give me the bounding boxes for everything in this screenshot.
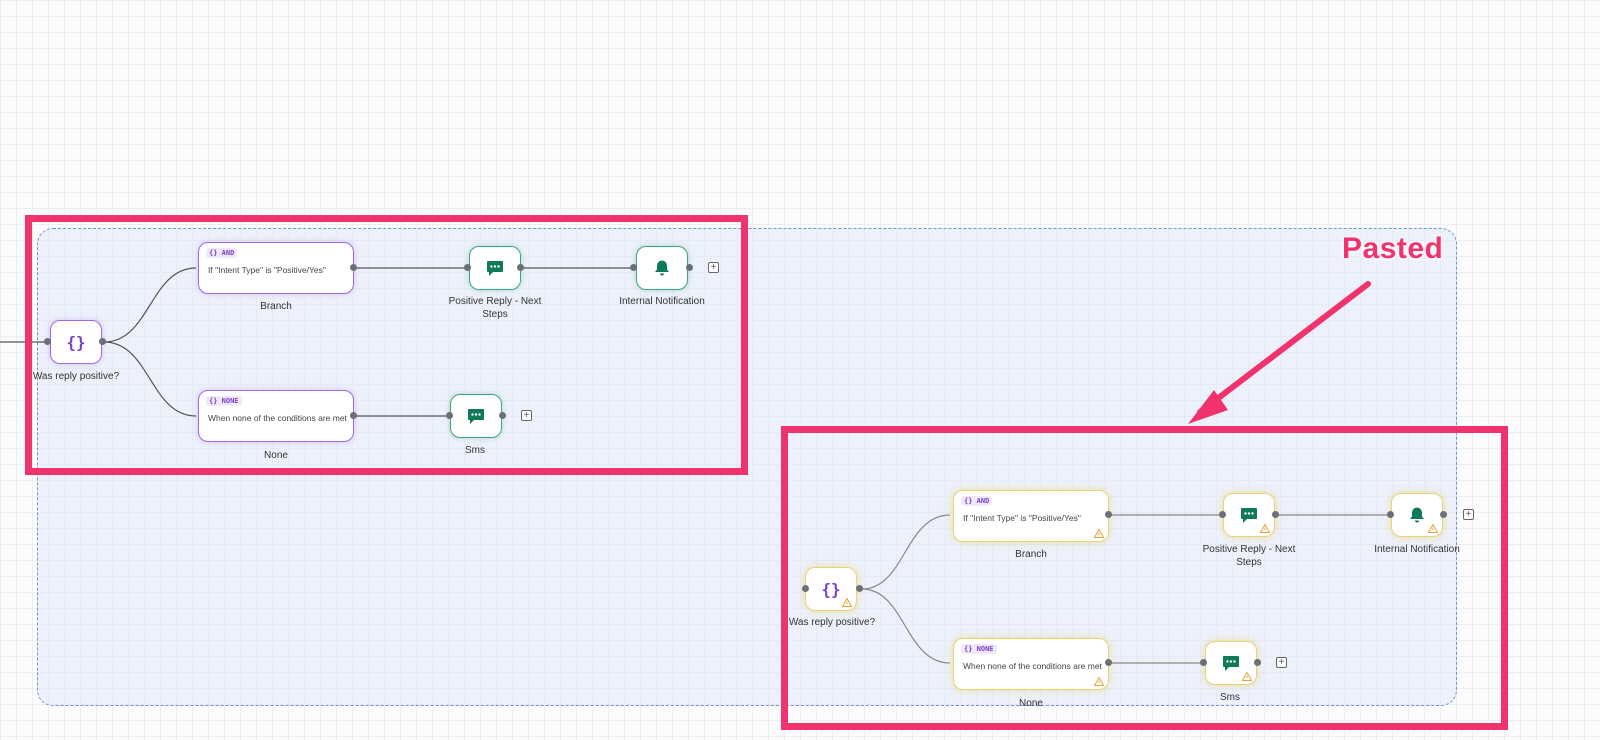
branch-condition-text: When none of the conditions are met (208, 413, 347, 423)
bell-icon (655, 260, 669, 276)
branch-condition-text: When none of the conditions are met (963, 661, 1102, 671)
port-in[interactable] (1387, 511, 1394, 518)
notification-node[interactable] (636, 246, 688, 290)
pasted-condition-node-label: Was reply positive? (788, 617, 876, 628)
message-icon (487, 260, 503, 276)
add-step-plus-icon[interactable]: + (708, 262, 719, 273)
and-tag: {} AND (961, 496, 993, 506)
port-out[interactable] (350, 264, 357, 271)
none-tag: {} NONE (961, 644, 997, 654)
braces-icon: {} (821, 579, 841, 599)
port-out[interactable] (517, 264, 524, 271)
port-out[interactable] (499, 412, 506, 419)
pasted-arrow-line (1197, 281, 1371, 415)
port-in[interactable] (446, 412, 453, 419)
condition-node-label: Was reply positive? (32, 371, 120, 382)
pasted-notification-node-label: Internal Notification (1374, 544, 1460, 555)
branch-condition-text: If "Intent Type" is "Positive/Yes" (208, 265, 326, 275)
reply-node[interactable] (469, 246, 521, 290)
braces-icon: {} (66, 332, 86, 352)
port-in[interactable] (802, 585, 809, 592)
pasted-branch-none-label: None (1019, 698, 1043, 709)
pasted-condition-node[interactable]: {} (805, 567, 857, 611)
branch-condition-text: If "Intent Type" is "Positive/Yes" (963, 513, 1081, 523)
port-in[interactable] (1219, 511, 1226, 518)
message-icon (1223, 655, 1239, 671)
notification-node-label: Internal Notification (619, 296, 705, 307)
branch-and-label: Branch (260, 301, 292, 312)
message-icon (468, 408, 484, 424)
pasted-branch-none-card[interactable]: {} NONE When none of the conditions are … (953, 638, 1109, 690)
pasted-branch-and-card[interactable]: {} AND If "Intent Type" is "Positive/Yes… (953, 490, 1109, 542)
pasted-branch-and-label: Branch (1015, 549, 1047, 560)
warning-icon (1428, 524, 1438, 533)
warning-icon (1260, 524, 1270, 533)
message-icon (1241, 507, 1257, 523)
add-step-plus-icon[interactable]: + (521, 410, 532, 421)
warning-icon (842, 598, 852, 607)
warning-icon (1094, 677, 1104, 686)
pasted-sms-node[interactable] (1205, 641, 1257, 685)
port-out[interactable] (99, 338, 106, 345)
port-out[interactable] (1105, 659, 1112, 666)
pasted-sms-node-label: Sms (1220, 692, 1240, 703)
add-step-plus-icon[interactable]: + (1276, 657, 1287, 668)
warning-icon (1094, 529, 1104, 538)
reply-node-label: Positive Reply - Next Steps (448, 296, 542, 320)
port-out[interactable] (1254, 659, 1261, 666)
warning-icon (1242, 672, 1252, 681)
port-out[interactable] (686, 264, 693, 271)
pasted-reply-node[interactable] (1223, 493, 1275, 537)
bell-icon (1410, 507, 1424, 523)
branch-none-card[interactable]: {} NONE When none of the conditions are … (198, 390, 354, 442)
pasted-reply-node-label: Positive Reply - Next Steps (1202, 544, 1296, 568)
branch-and-card[interactable]: {} AND If "Intent Type" is "Positive/Yes… (198, 242, 354, 294)
port-in[interactable] (44, 338, 51, 345)
pasted-notification-node[interactable] (1391, 493, 1443, 537)
none-tag: {} NONE (206, 396, 242, 406)
sms-node[interactable] (450, 394, 502, 438)
pasted-annotation: Pasted (1342, 232, 1444, 265)
and-tag: {} AND (206, 248, 238, 258)
port-out[interactable] (1272, 511, 1279, 518)
port-in[interactable] (630, 264, 637, 271)
branch-none-label: None (264, 450, 288, 461)
pasted-highlight-box (781, 426, 1508, 730)
port-in[interactable] (1200, 659, 1207, 666)
sms-node-label: Sms (465, 445, 485, 456)
port-out[interactable] (350, 412, 357, 419)
add-step-plus-icon[interactable]: + (1463, 509, 1474, 520)
port-out[interactable] (1440, 511, 1447, 518)
port-out[interactable] (856, 585, 863, 592)
condition-node[interactable]: {} (50, 320, 102, 364)
port-in[interactable] (464, 264, 471, 271)
port-out[interactable] (1105, 511, 1112, 518)
